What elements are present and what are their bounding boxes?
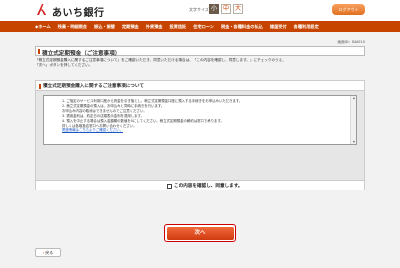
panel-accent (39, 83, 41, 89)
back-button-label: 戻る (45, 250, 54, 255)
page-title: 積立式定期預金（ご注意事項） (42, 50, 121, 57)
font-size-large-button[interactable]: 大 (233, 4, 243, 14)
intro-line-2: 「次へ」ボタンを押してください。 (35, 63, 93, 67)
related-info-link[interactable]: 関連情報はこちらよりご確認ください。 (62, 128, 123, 132)
title-accent (38, 49, 40, 54)
nav-time-deposit[interactable]: 定期預金 (122, 24, 139, 30)
font-size-small-button[interactable]: 小 (209, 4, 219, 14)
panel-header: 積立式定期預金購入に関するご注意事項について (36, 81, 364, 91)
back-button[interactable]: ‹戻る (35, 248, 61, 257)
scroll-up-icon[interactable]: ▴ (352, 96, 356, 100)
intro-text: 「積立式定期預金購入に関するご注意事項について」をご確認いただき、同意いただける… (35, 58, 365, 68)
scroll-down-icon[interactable]: ▾ (352, 140, 356, 144)
agree-checkbox-label[interactable]: この内容を確認し、同意します。 (174, 183, 242, 189)
bank-logo-icon (37, 4, 46, 15)
terms-list: 1. ご指定のサービス利用口座から資金を引き落とし、積立式定期預金口座に預入する… (44, 96, 356, 133)
bank-logo-text: あいち銀行 (52, 8, 105, 19)
next-button-frame: 次へ (164, 224, 236, 242)
page-title-bar: 積立式定期預金（ご注意事項） (35, 46, 365, 57)
nav-home[interactable]: ◆ホーム (35, 24, 51, 30)
terms-scroll-box[interactable]: 1. ご指定のサービス利用口座から資金を引き落とし、積立式定期預金口座に預入する… (43, 95, 357, 145)
nav-transfer[interactable]: 振込・振替 (94, 24, 115, 30)
panel-title: 積立式定期預金購入に関するご注意事項について (43, 84, 144, 89)
nav-settings[interactable]: 各種利用設定 (294, 24, 319, 30)
main-nav: ◆ホーム 残高・明細照会 振込・振替 定期預金 外貨預金 投資信託 住宅ローン … (0, 21, 400, 32)
agree-check-area: この内容を確認し、同意します。 (36, 180, 364, 190)
font-size-medium-button[interactable]: 中 (221, 4, 231, 14)
terms-scrollbar[interactable]: ▴ ▾ (350, 96, 356, 144)
screen-id: 画面ID：BAI010 (337, 40, 365, 44)
header: あいち銀行 文字サイズ変更 小 中 大 ログアウト (0, 0, 400, 21)
nav-investment[interactable]: 投資信託 (169, 24, 186, 30)
nav-balance[interactable]: 残高・明細照会 (58, 24, 87, 30)
nav-housing-loan[interactable]: 住宅ローン (193, 24, 214, 30)
logout-button[interactable]: ログアウト (332, 4, 365, 15)
agree-checkbox[interactable] (167, 183, 172, 189)
nav-payments[interactable]: 税金・各種料金の払込 (221, 24, 263, 30)
nav-foreign-deposit[interactable]: 外貨預金 (146, 24, 163, 30)
terms-panel: 積立式定期預金購入に関するご注意事項について 1. ご指定のサービス利用口座から… (35, 80, 365, 190)
nav-notifications[interactable]: 諸届受付 (270, 24, 287, 30)
next-button[interactable]: 次へ (166, 226, 234, 240)
